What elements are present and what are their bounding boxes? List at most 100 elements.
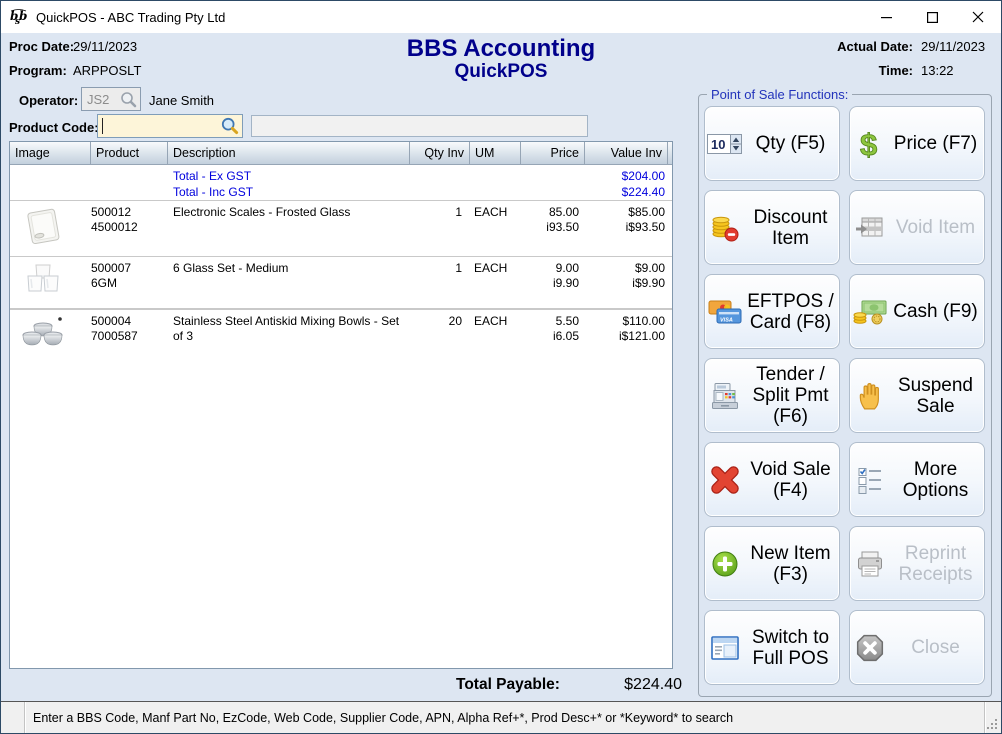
product-code-input[interactable] xyxy=(97,114,243,138)
pos-button-new-item[interactable]: New Item (F3) xyxy=(704,526,840,601)
pos-button-tender-split[interactable]: Tender / Split Pmt (F6) xyxy=(704,358,840,433)
col-header-description: Description xyxy=(168,142,410,164)
full-pos-window-icon xyxy=(705,635,745,661)
actual-date-label: Actual Date: xyxy=(823,39,913,54)
pos-button-price[interactable]: $ Price (F7) xyxy=(849,106,985,181)
pos-button-qty[interactable]: 10 Qty (F5) xyxy=(704,106,840,181)
program-value: ARPPOSLT xyxy=(73,63,141,78)
svg-text:$: $ xyxy=(860,128,877,160)
title-bar: b s b QuickPOS - ABC Trading Pty Ltd xyxy=(1,1,1001,33)
pos-button-close: Close xyxy=(849,610,985,685)
product-alt-code: 4500012 xyxy=(91,220,168,235)
discount-coins-icon xyxy=(705,213,745,243)
price-ex-gst: 5.50 xyxy=(521,314,579,329)
maximize-icon xyxy=(927,12,938,23)
time-label: Time: xyxy=(823,63,913,78)
price-ex-gst: 85.00 xyxy=(521,205,579,220)
table-row[interactable]: 500007 6GM 6 Glass Set - Medium 1 EACH 9… xyxy=(10,256,672,309)
pos-button-suspend-sale[interactable]: Suspend Sale xyxy=(849,358,985,433)
qty-inv: 20 xyxy=(410,314,470,360)
value-inc-gst: i$9.90 xyxy=(585,276,665,291)
pos-button-reprint-receipts: Reprint Receipts xyxy=(849,526,985,601)
pos-button-switch-full-pos[interactable]: Switch to Full POS xyxy=(704,610,840,685)
pos-button-discount-item[interactable]: Discount Item xyxy=(704,190,840,265)
col-header-product: Product xyxy=(91,142,168,164)
col-header-qty-inv: Qty Inv xyxy=(410,142,470,164)
minimize-button[interactable] xyxy=(863,1,909,33)
maximize-button[interactable] xyxy=(909,1,955,33)
quickpos-window: b s b QuickPOS - ABC Trading Pty Ltd Pro… xyxy=(0,0,1002,734)
close-icon xyxy=(972,11,984,23)
product-image-glass-set xyxy=(20,261,66,301)
product-description: Electronic Scales - Frosted Glass xyxy=(168,205,410,253)
void-item-grid-icon xyxy=(850,214,890,242)
qty-inv: 1 xyxy=(410,261,470,305)
new-item-plus-icon xyxy=(705,550,745,578)
operator-label: Operator: xyxy=(19,93,78,108)
program-label: Program: xyxy=(9,63,67,78)
pos-button-cash[interactable]: Cash (F9) xyxy=(849,274,985,349)
svg-text:b: b xyxy=(19,9,27,23)
qty-spinner-icon: 10 xyxy=(705,132,745,156)
product-search-icon[interactable] xyxy=(221,117,239,135)
total-inc-gst-label: Total - Inc GST xyxy=(168,184,410,200)
product-image-electronic-scales xyxy=(20,205,66,249)
col-header-value-inv: Value Inv xyxy=(585,142,668,164)
operator-search-icon[interactable] xyxy=(120,91,137,108)
pos-button-void-item: Void Item xyxy=(849,190,985,265)
product-description: Stainless Steel Antiskid Mixing Bowls - … xyxy=(168,314,410,360)
dollar-icon: $ xyxy=(850,128,890,160)
proc-date-label: Proc Date: xyxy=(9,39,74,54)
qty-inv: 1 xyxy=(410,205,470,253)
price-ex-gst: 9.00 xyxy=(521,261,579,276)
pos-functions-legend: Point of Sale Functions: xyxy=(707,87,852,102)
price-inc-gst: i6.05 xyxy=(521,329,579,344)
value-ex-gst: $110.00 xyxy=(585,314,665,329)
col-header-um: UM xyxy=(470,142,521,164)
product-image-mixing-bowls xyxy=(20,314,66,356)
value-ex-gst: $85.00 xyxy=(585,205,665,220)
status-panel-left xyxy=(1,702,25,733)
actual-date-value: 29/11/2023 xyxy=(921,39,985,54)
items-table: Image Product Description Qty Inv UM Pri… xyxy=(9,141,673,669)
unit-of-measure: EACH xyxy=(470,261,521,305)
table-header: Image Product Description Qty Inv UM Pri… xyxy=(10,142,672,165)
total-inc-gst-value: $224.40 xyxy=(585,184,668,200)
value-inc-gst: i$121.00 xyxy=(585,329,665,344)
total-payable-value: $224.40 xyxy=(596,676,682,694)
product-description: 6 Glass Set - Medium xyxy=(168,261,410,305)
printer-icon xyxy=(850,550,890,578)
resize-grip[interactable] xyxy=(986,718,999,731)
product-code: 500007 xyxy=(91,261,168,276)
table-row[interactable]: 500012 4500012 Electronic Scales - Frost… xyxy=(10,200,672,256)
cash-register-icon xyxy=(705,381,745,411)
close-window-button[interactable] xyxy=(955,1,1001,33)
operator-name: Jane Smith xyxy=(149,93,214,108)
pos-functions-panel: Point of Sale Functions: 10 Qty (F5) xyxy=(698,87,992,697)
product-alt-code: 6GM xyxy=(91,276,168,291)
value-ex-gst: $9.00 xyxy=(585,261,665,276)
close-octagon-icon xyxy=(850,633,890,663)
window-title: QuickPOS - ABC Trading Pty Ltd xyxy=(36,10,225,25)
operator-code-input[interactable]: JS2 xyxy=(81,87,141,111)
time-value: 13:22 xyxy=(921,63,954,78)
text-caret xyxy=(102,118,103,134)
product-code: 500012 xyxy=(91,205,168,220)
total-ex-gst-label: Total - Ex GST xyxy=(168,168,410,184)
proc-date-value: 29/11/2023 xyxy=(73,39,137,54)
status-bar: Enter a BBS Code, Manf Part No, EzCode, … xyxy=(1,701,1001,733)
pos-button-more-options[interactable]: More Options xyxy=(849,442,985,517)
table-row[interactable]: 500004 7000587 Stainless Steel Antiskid … xyxy=(10,309,672,363)
price-inc-gst: i9.90 xyxy=(521,276,579,291)
more-options-checklist-icon xyxy=(850,466,890,494)
svg-text:10: 10 xyxy=(711,137,725,152)
col-header-filler xyxy=(668,142,678,164)
void-sale-x-icon xyxy=(705,465,745,495)
total-ex-gst-value: $204.00 xyxy=(585,168,668,184)
product-code-label: Product Code: xyxy=(9,120,99,135)
pos-button-eftpos-card[interactable]: VISA EFTPOS / Card (F8) xyxy=(704,274,840,349)
unit-of-measure: EACH xyxy=(470,314,521,360)
product-alt-code: 7000587 xyxy=(91,329,168,344)
pos-button-void-sale[interactable]: Void Sale (F4) xyxy=(704,442,840,517)
unit-of-measure: EACH xyxy=(470,205,521,253)
